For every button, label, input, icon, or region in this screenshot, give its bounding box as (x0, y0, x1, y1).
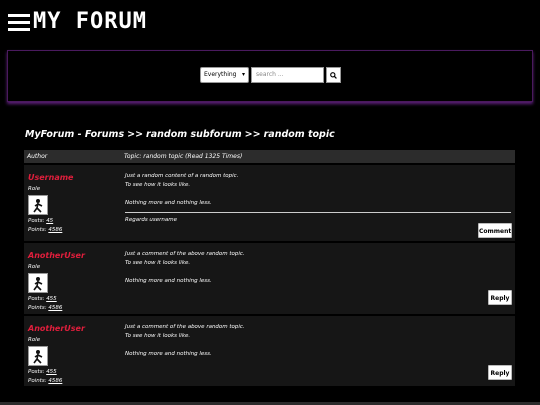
post-author: AnotherUser Role Posts: 455 Points: 4586 (28, 251, 118, 311)
post-text-line: To see how it looks like. (125, 182, 191, 188)
post-text-line: Just a comment of the above random topic… (125, 251, 245, 257)
posts-label: Posts: (28, 296, 45, 302)
user-figure-icon (33, 199, 43, 213)
signature-divider (125, 212, 511, 213)
post-text-line: To see how it looks like. (125, 260, 191, 266)
post-signature: Regards username (125, 217, 178, 223)
post-text-line: Just a random content of a random topic. (125, 173, 239, 179)
post: Username Role Posts: 45 Points: 4586 Jus… (24, 163, 515, 241)
points-count: Points: 4586 (28, 305, 118, 311)
author-name[interactable]: AnotherUser (28, 251, 118, 260)
post-author: Username Role Posts: 45 Points: 4586 (28, 173, 118, 233)
posts-label: Posts: (28, 218, 45, 224)
author-role: Role (28, 337, 41, 343)
topic-table-header: Author Topic: random topic (Read 1325 Ti… (24, 150, 515, 163)
post-count: Posts: 45 (28, 218, 118, 224)
topic-table: Author Topic: random topic (Read 1325 Ti… (24, 150, 515, 386)
posts-value[interactable]: 455 (46, 296, 57, 302)
search-icon (330, 72, 337, 79)
search-panel: Everything ▾ search ... (7, 50, 533, 102)
site-title[interactable]: MY FORUM (33, 9, 147, 34)
author-role: Role (28, 186, 41, 192)
site-header: MY FORUM (0, 0, 540, 46)
posts-label: Posts: (28, 369, 45, 375)
breadcrumb-separator: >> (127, 129, 144, 140)
user-figure-icon (33, 277, 43, 291)
post-author: AnotherUser Role Posts: 455 Points: 4586 (28, 324, 118, 384)
post-text-line: Just a comment of the above random topic… (125, 324, 245, 330)
post-text-line: Nothing more and nothing less. (125, 278, 212, 284)
post: AnotherUser Role Posts: 455 Points: 4586… (24, 241, 515, 314)
avatar[interactable] (28, 346, 48, 366)
points-count: Points: 4586 (28, 378, 118, 384)
author-role: Role (28, 264, 41, 270)
points-count: Points: 4586 (28, 227, 118, 233)
points-label: Points: (28, 227, 47, 233)
search-button[interactable] (326, 67, 341, 83)
points-label: Points: (28, 305, 47, 311)
topic-column-header: Topic: random topic (Read 1325 Times) (124, 153, 243, 160)
breadcrumb: MyForum - Forums >> random subforum >> rando… (25, 129, 335, 140)
chevron-down-icon: ▾ (241, 71, 245, 78)
breadcrumb-topic[interactable]: random topic (264, 129, 335, 140)
points-value[interactable]: 4586 (48, 227, 62, 233)
search-scope-value: Everything (204, 71, 237, 78)
post-content: Just a random content of a random topic.… (125, 172, 511, 225)
post: AnotherUser Role Posts: 455 Points: 4586… (24, 314, 515, 386)
avatar[interactable] (28, 273, 48, 293)
hamburger-menu-icon[interactable] (8, 14, 30, 32)
breadcrumb-forums[interactable]: MyForum - Forums (25, 129, 124, 140)
breadcrumb-subforum[interactable]: random subforum (146, 129, 242, 140)
post-text-line: To see how it looks like. (125, 333, 191, 339)
post-content: Just a comment of the above random topic… (125, 323, 511, 359)
comment-button[interactable]: Comment (478, 223, 512, 238)
post-content: Just a comment of the above random topic… (125, 250, 511, 286)
post-count: Posts: 455 (28, 369, 118, 375)
posts-value[interactable]: 45 (46, 218, 53, 224)
reply-button[interactable]: Reply (488, 290, 512, 305)
post-text-line: Nothing more and nothing less. (125, 200, 212, 206)
user-figure-icon (33, 350, 43, 364)
post-text-line: Nothing more and nothing less. (125, 351, 212, 357)
search-scope-select[interactable]: Everything ▾ (200, 67, 249, 83)
breadcrumb-separator: >> (244, 129, 261, 140)
points-value[interactable]: 4586 (48, 305, 62, 311)
posts-value[interactable]: 455 (46, 369, 57, 375)
author-name[interactable]: AnotherUser (28, 324, 118, 333)
reply-button[interactable]: Reply (488, 365, 512, 380)
author-name[interactable]: Username (28, 173, 118, 182)
points-value[interactable]: 4586 (48, 378, 62, 384)
post-count: Posts: 455 (28, 296, 118, 302)
search-placeholder: search ... (256, 71, 284, 78)
avatar[interactable] (28, 195, 48, 215)
author-column-header: Author (27, 153, 48, 160)
search-input[interactable]: search ... (251, 67, 324, 83)
points-label: Points: (28, 378, 47, 384)
